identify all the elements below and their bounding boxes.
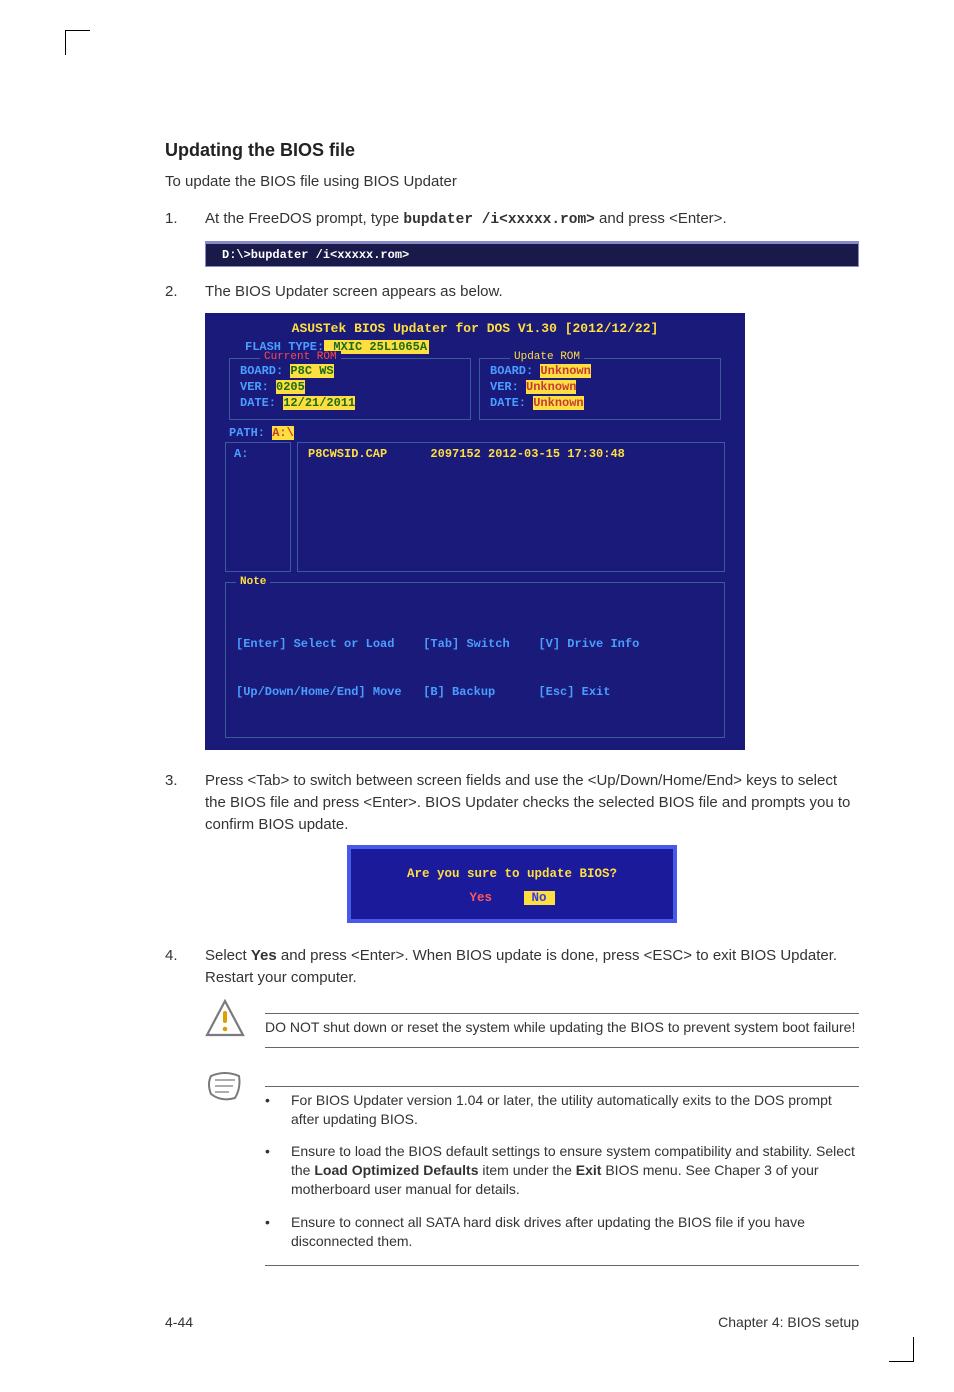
step-pre: Select <box>205 947 251 964</box>
bullet: • <box>265 1213 291 1251</box>
step-post: and press <Enter>. <box>595 210 727 227</box>
note-legend: Note <box>236 575 270 590</box>
update-rom-legend: Update ROM <box>510 351 584 363</box>
dialog-no: No <box>524 891 555 905</box>
path-line: PATH: A:\ <box>229 426 745 440</box>
step-pre: At the FreeDOS prompt, type <box>205 210 403 227</box>
bios-updater-screen: ASUSTek BIOS Updater for DOS V1.30 [2012… <box>205 313 745 750</box>
board-value: Unknown <box>540 364 590 378</box>
warning-icon <box>205 999 245 1037</box>
bios-note-box: Note [Enter] Select or Load [Tab] Switch… <box>225 582 725 738</box>
date-label: DATE: <box>490 396 533 410</box>
current-rom-box: Current ROM BOARD: P8C WS VER: 0205 DATE… <box>229 358 471 421</box>
bullet: • <box>265 1142 291 1199</box>
note-line: [Enter] Select or Load [Tab] Switch [V] … <box>236 636 714 652</box>
tip-text: Ensure to connect all SATA hard disk dri… <box>291 1213 859 1251</box>
path-value: A:\ <box>272 426 294 440</box>
command-prompt-bar: D:\>bupdater /i<xxxxx.rom> <box>205 241 859 267</box>
step-text: At the FreeDOS prompt, type bupdater /i<… <box>205 208 859 231</box>
step-text: The BIOS Updater screen appears as below… <box>205 281 859 303</box>
section-heading: Updating the BIOS file <box>165 140 859 161</box>
step-post: and press <Enter>. When BIOS update is d… <box>205 947 837 986</box>
step-number: 3. <box>165 770 205 835</box>
update-rom-box: Update ROM BOARD: Unknown VER: Unknown D… <box>479 358 721 421</box>
path-label: PATH: <box>229 426 272 440</box>
ver-label: VER: <box>240 380 276 394</box>
tip-text: For BIOS Updater version 1.04 or later, … <box>291 1091 859 1129</box>
drive-list-box: A: <box>225 442 291 572</box>
dialog-question: Are you sure to update BIOS? <box>363 867 661 881</box>
inline-command: bupdater /i<xxxxx.rom> <box>403 212 594 228</box>
warning-text: DO NOT shut down or reset the system whi… <box>265 1018 859 1037</box>
date-label: DATE: <box>240 396 283 410</box>
warning-callout: DO NOT shut down or reset the system whi… <box>205 999 859 1062</box>
page-number: 4-44 <box>165 1314 193 1330</box>
date-value: Unknown <box>533 396 583 410</box>
bullet: • <box>265 1091 291 1129</box>
step-text: Select Yes and press <Enter>. When BIOS … <box>205 945 859 989</box>
current-rom-legend: Current ROM <box>260 351 341 363</box>
bios-title: ASUSTek BIOS Updater for DOS V1.30 [2012… <box>205 321 745 336</box>
chapter-label: Chapter 4: BIOS setup <box>718 1314 859 1330</box>
ver-value: Unknown <box>526 380 576 394</box>
step-number: 4. <box>165 945 205 989</box>
date-value: 12/21/2011 <box>283 396 355 410</box>
page-footer: 4-44 Chapter 4: BIOS setup <box>165 1314 859 1330</box>
note-icon <box>205 1072 245 1102</box>
confirm-dialog: Are you sure to update BIOS? Yes No <box>347 845 677 923</box>
step-bold: Yes <box>251 947 277 964</box>
intro-text: To update the BIOS file using BIOS Updat… <box>165 173 859 190</box>
file-list-box: P8CWSID.CAP 2097152 2012-03-15 17:30:48 <box>297 442 725 572</box>
ver-value: 0205 <box>276 380 305 394</box>
ver-label: VER: <box>490 380 526 394</box>
step-number: 1. <box>165 208 205 231</box>
tip-text: Ensure to load the BIOS default settings… <box>291 1142 859 1199</box>
dialog-yes: Yes <box>469 891 492 905</box>
board-label: BOARD: <box>240 364 290 378</box>
board-label: BOARD: <box>490 364 540 378</box>
info-callout: •For BIOS Updater version 1.04 or later,… <box>205 1072 859 1280</box>
step-text: Press <Tab> to switch between screen fie… <box>205 770 859 835</box>
note-line: [Up/Down/Home/End] Move [B] Backup [Esc]… <box>236 684 714 700</box>
step-number: 2. <box>165 281 205 303</box>
board-value: P8C WS <box>290 364 333 378</box>
